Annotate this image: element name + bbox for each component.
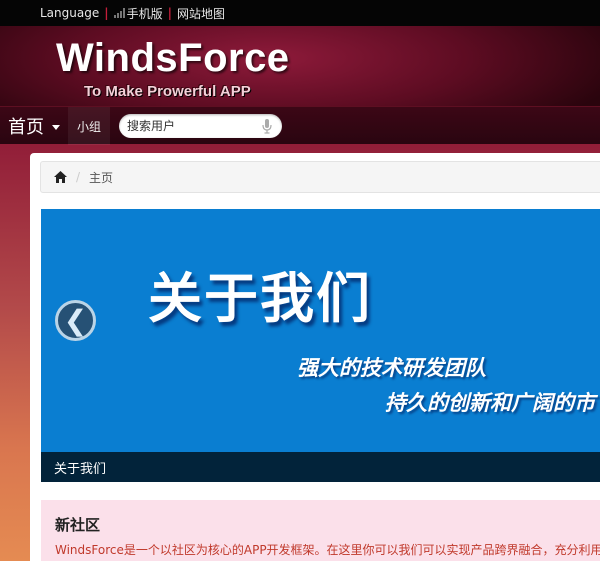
content-panel: / 主页 关于我们 强大的技术研发团队 持久的创新和广阔的市 ❮ 关于我们 新社… [30, 153, 600, 561]
site-logo-title[interactable]: WindsForce [56, 36, 290, 81]
sitemap-link[interactable]: 网站地图 [177, 5, 225, 22]
breadcrumb: / 主页 [40, 161, 600, 193]
carousel: 关于我们 强大的技术研发团队 持久的创新和广阔的市 ❮ 关于我们 [41, 209, 600, 482]
user-search-input[interactable] [127, 117, 252, 135]
breadcrumb-divider: / [76, 170, 81, 184]
chevron-left-icon: ❮ [63, 303, 88, 337]
separator: | [167, 6, 173, 20]
language-link[interactable]: Language [40, 6, 99, 20]
slide-text-line-1: 强大的技术研发团队 [297, 356, 486, 380]
nav-home-dropdown[interactable]: 首页 [0, 107, 68, 145]
microphone-icon[interactable] [262, 119, 272, 134]
caret-down-icon [52, 125, 60, 130]
site-logo-subtitle: To Make Prowerful APP [84, 83, 251, 100]
carousel-caption: 关于我们 [41, 452, 600, 482]
site-header: WindsForce To Make Prowerful APP [0, 26, 600, 106]
main-navbar: 首页 小组 [0, 106, 600, 145]
separator: | [104, 6, 109, 20]
community-section: 新社区 WindsForce是一个以社区为核心的APP开发框架。在这里你可以我们… [41, 500, 600, 561]
search-box [119, 114, 282, 138]
slide-text-line-2: 持久的创新和广阔的市 [385, 391, 595, 415]
mobile-signal-icon [113, 8, 125, 18]
community-description: WindsForce是一个以社区为核心的APP开发框架。在这里你可以我们可以实现… [55, 543, 600, 557]
top-bar: Language | 手机版 | 网站地图 [0, 0, 600, 26]
mobile-version-link[interactable]: 手机版 [127, 5, 163, 22]
breadcrumb-current: 主页 [89, 170, 114, 185]
slide-title: 关于我们 [148, 267, 372, 330]
community-title: 新社区 [55, 516, 101, 534]
nav-item-group[interactable]: 小组 [68, 107, 110, 145]
nav-home-label: 首页 [8, 117, 44, 138]
carousel-prev-button[interactable]: ❮ [55, 300, 96, 341]
home-icon[interactable] [54, 171, 67, 183]
